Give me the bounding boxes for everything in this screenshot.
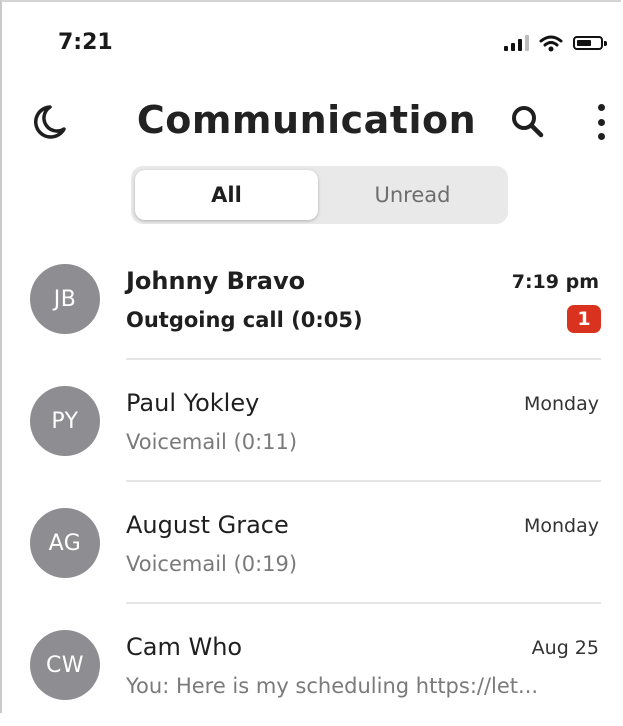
avatar: JB xyxy=(30,264,100,334)
more-vertical-icon[interactable] xyxy=(590,100,612,144)
conversation-row[interactable]: PY Paul Yokley Voicemail (0:11) Monday xyxy=(0,360,623,482)
filter-unread-tab[interactable]: Unread xyxy=(321,170,504,220)
conversation-time: Aug 25 xyxy=(531,637,599,659)
filter-all-tab[interactable]: All xyxy=(135,170,318,220)
conversation-preview: Outgoing call (0:05) xyxy=(126,308,363,332)
conversation-preview: Voicemail (0:11) xyxy=(126,430,298,454)
unread-badge: 1 xyxy=(567,305,601,333)
status-time: 7:21 xyxy=(58,30,113,55)
battery-icon xyxy=(573,36,607,50)
status-bar: 7:21 xyxy=(0,0,623,80)
filter-segmented-control: All Unread xyxy=(131,166,508,224)
conversation-row[interactable]: CW Cam Who You: Here is my scheduling ht… xyxy=(0,604,623,726)
conversation-preview: You: Here is my scheduling https://let..… xyxy=(126,674,539,698)
conversation-preview: Voicemail (0:19) xyxy=(126,552,298,576)
contact-name: August Grace xyxy=(126,511,289,539)
conversation-list: JB Johnny Bravo Outgoing call (0:05) 7:1… xyxy=(0,238,623,726)
conversation-row[interactable]: AG August Grace Voicemail (0:19) Monday xyxy=(0,482,623,604)
signal-icon xyxy=(504,35,529,51)
app-header: Communication xyxy=(0,90,623,160)
conversation-time: Monday xyxy=(523,515,599,537)
conversation-time: Monday xyxy=(523,393,599,415)
contact-name: Johnny Bravo xyxy=(126,267,306,295)
contact-name: Cam Who xyxy=(126,633,243,661)
conversation-row[interactable]: JB Johnny Bravo Outgoing call (0:05) 7:1… xyxy=(0,238,623,360)
conversation-time: 7:19 pm xyxy=(511,271,599,293)
avatar: PY xyxy=(30,386,100,456)
wifi-icon xyxy=(539,35,563,52)
status-icons xyxy=(504,34,607,52)
avatar: CW xyxy=(30,630,100,700)
contact-name: Paul Yokley xyxy=(126,389,260,417)
search-icon[interactable] xyxy=(508,102,548,142)
avatar: AG xyxy=(30,508,100,578)
